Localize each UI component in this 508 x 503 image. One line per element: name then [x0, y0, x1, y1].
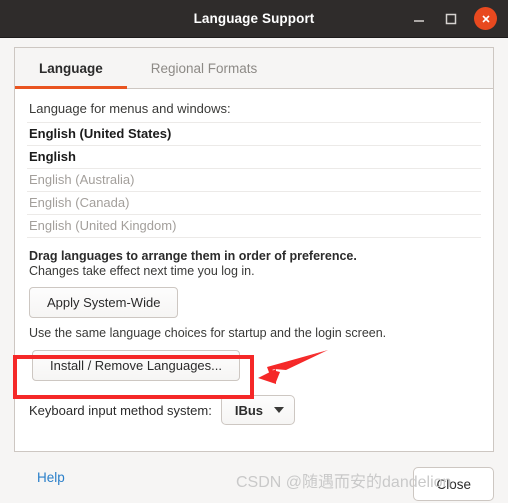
- maximize-icon[interactable]: [442, 10, 460, 28]
- titlebar: Language Support: [0, 0, 508, 38]
- panel-wrapper: Language Regional Formats Language for m…: [0, 38, 508, 452]
- list-item[interactable]: English (United Kingdom): [27, 215, 481, 238]
- tab-regional-formats-label: Regional Formats: [150, 60, 258, 76]
- tab-regional-formats[interactable]: Regional Formats: [127, 48, 282, 88]
- window-controls: [410, 7, 508, 30]
- help-link[interactable]: Help: [37, 470, 65, 485]
- language-list[interactable]: English (United States) English English …: [27, 122, 481, 238]
- list-item[interactable]: English: [27, 146, 481, 169]
- tab-language-label: Language: [39, 60, 103, 76]
- chevron-down-icon: [274, 407, 284, 413]
- tab-strip: Language Regional Formats: [15, 48, 493, 89]
- language-support-window: Language Support Language Regional Forma…: [0, 0, 508, 503]
- menus-windows-label: Language for menus and windows:: [29, 101, 231, 116]
- footer: Help Close: [0, 452, 508, 503]
- minimize-icon[interactable]: [410, 10, 428, 28]
- drag-hint: Drag languages to arrange them in order …: [29, 249, 357, 263]
- list-item[interactable]: English (Australia): [27, 169, 481, 192]
- tab-content-language: Language for menus and windows: English …: [15, 89, 493, 451]
- apply-system-wide-button[interactable]: Apply System-Wide: [29, 287, 179, 318]
- keyboard-input-method-label: Keyboard input method system:: [29, 402, 212, 418]
- apply-note: Use the same language choices for startu…: [29, 326, 387, 340]
- list-item[interactable]: English (Canada): [27, 192, 481, 215]
- notebook: Language Regional Formats Language for m…: [14, 47, 494, 452]
- install-remove-languages-button[interactable]: Install / Remove Languages...: [32, 350, 240, 381]
- close-icon[interactable]: [474, 7, 497, 30]
- tab-language[interactable]: Language: [15, 48, 127, 89]
- changes-hint: Changes take effect next time you log in…: [29, 264, 255, 278]
- keyboard-input-method-value: IBus: [234, 402, 263, 418]
- close-button[interactable]: Close: [413, 467, 494, 501]
- list-item[interactable]: English (United States): [27, 123, 481, 146]
- keyboard-input-method-row: Keyboard input method system: IBus: [29, 395, 481, 425]
- keyboard-input-method-select[interactable]: IBus: [220, 395, 295, 425]
